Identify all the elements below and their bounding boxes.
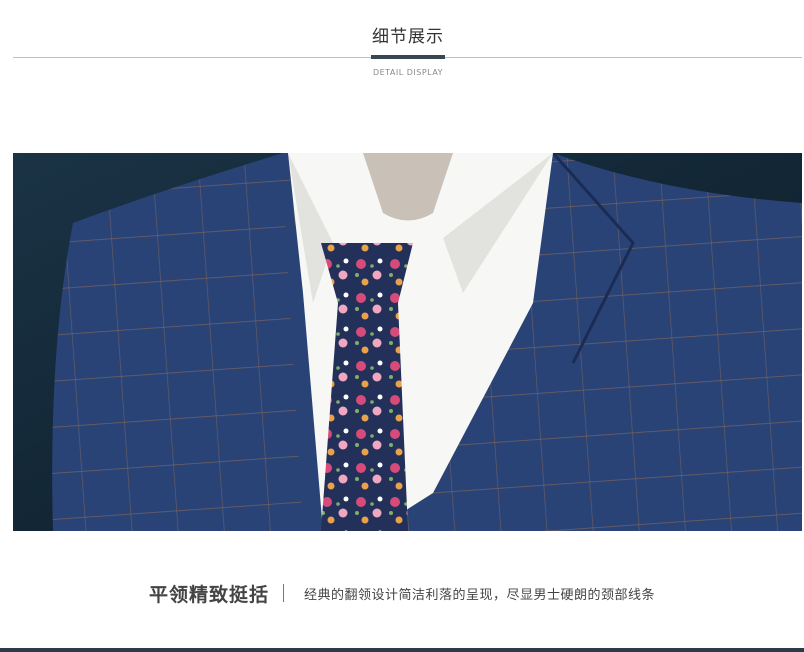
- detail-caption: 平领精致挺括 经典的翻领设计简洁利落的呈现，尽显男士硬朗的颈部线条: [0, 579, 804, 607]
- caption-description: 经典的翻领设计简洁利落的呈现，尽显男士硬朗的颈部线条: [304, 587, 656, 603]
- header-accent-bar: [371, 55, 445, 59]
- bottom-border: [0, 648, 804, 652]
- caption-separator: [283, 584, 284, 602]
- caption-title: 平领精致挺括: [148, 583, 269, 606]
- product-detail-photo: [13, 153, 802, 531]
- section-title: 细节展示: [372, 27, 444, 47]
- section-subtitle: DETAIL DISPLAY: [372, 68, 444, 77]
